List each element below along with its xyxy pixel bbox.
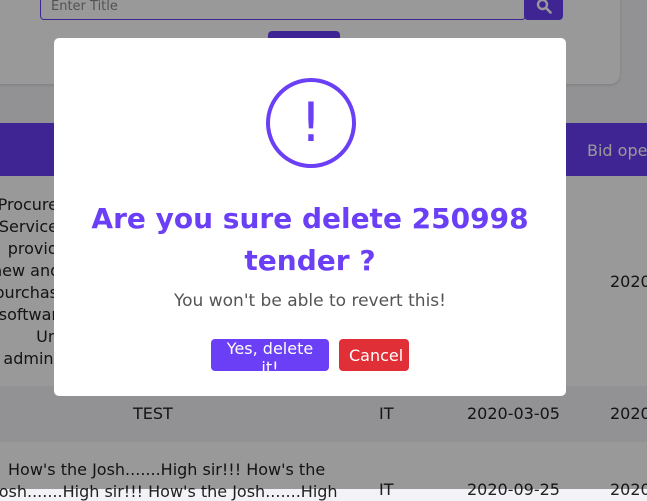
dialog-message: You won't be able to revert this! <box>174 291 446 311</box>
confirm-delete-button[interactable]: Yes, delete it! <box>211 339 329 377</box>
dialog-title: Are you sure delete 250998 tender ? <box>91 202 529 277</box>
confirm-dialog: ! Are you sure delete 250998 tender ? Yo… <box>54 38 566 396</box>
cancel-button[interactable]: Cancel <box>339 339 409 371</box>
warning-icon: ! <box>266 78 356 168</box>
